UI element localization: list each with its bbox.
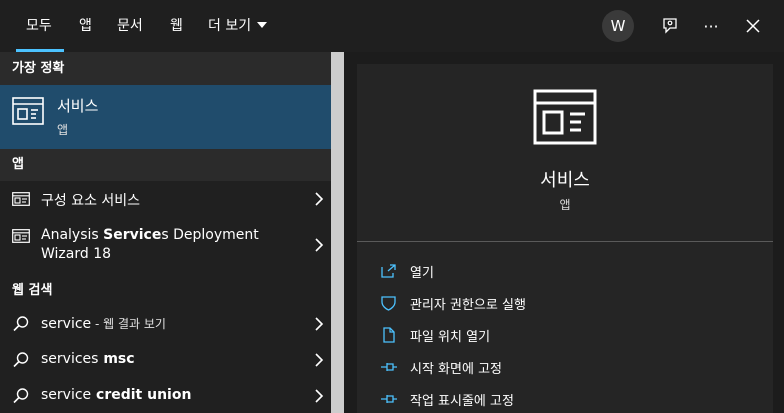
chevron-right-icon[interactable] <box>312 192 326 206</box>
apps-heading-label: 앱 <box>12 157 24 172</box>
feedback-button[interactable] <box>656 12 684 40</box>
component-services-icon <box>12 192 30 206</box>
search-icon <box>13 352 29 368</box>
chevron-right-icon[interactable] <box>312 353 326 367</box>
preview-divider <box>357 241 773 242</box>
tab-more[interactable]: 더 보기 <box>208 0 268 52</box>
open-icon <box>381 264 396 278</box>
tab-web[interactable]: 웹 <box>170 0 183 52</box>
tab-more-label: 더 보기 <box>208 18 252 34</box>
pin-to-start-action-label: 시작 화면에 고정 <box>410 362 502 377</box>
tab-apps-label: 앱 <box>79 18 92 34</box>
best-match-subtitle: 앱 <box>57 123 69 137</box>
avatar[interactable]: W <box>602 10 634 42</box>
more-options-icon: ··· <box>703 16 719 36</box>
list-item-label: service - 웹 결과 보기 <box>41 315 166 332</box>
web-query: service <box>41 387 92 403</box>
list-item-text-match: Service <box>103 227 162 243</box>
file-icon <box>383 327 395 343</box>
list-item-text-plain: Analysis <box>41 227 104 243</box>
chevron-right-icon[interactable] <box>312 389 326 403</box>
best-match-heading: 가장 정확 <box>0 52 331 85</box>
chevron-down-icon <box>257 22 268 28</box>
list-item-text-rest: s Deployment <box>161 227 259 243</box>
search-icon <box>13 388 29 404</box>
web-search-heading: 웹 검색 <box>0 277 331 305</box>
tab-all[interactable]: 모두 <box>26 0 52 52</box>
tab-all-label: 모두 <box>26 18 52 34</box>
web-query: service <box>41 316 92 332</box>
avatar-letter: W <box>610 17 626 35</box>
list-item[interactable]: Analysis Services Deployment Wizard 18 <box>0 217 331 277</box>
list-item[interactable]: services msc <box>0 342 331 378</box>
preview-subtitle: 앱 <box>559 198 571 212</box>
list-item-label: 구성 요소 서비스 <box>41 193 141 209</box>
open-action-label: 열기 <box>410 266 434 281</box>
web-search-heading-label: 웹 검색 <box>12 283 53 298</box>
services-app-icon <box>12 97 44 125</box>
chevron-right-icon[interactable] <box>312 317 326 331</box>
web-query: services <box>41 351 99 367</box>
results-scrollbar[interactable] <box>331 52 344 413</box>
tab-web-label: 웹 <box>170 18 183 34</box>
more-options-button[interactable]: ··· <box>697 12 725 40</box>
analysis-services-icon <box>12 229 30 243</box>
top-bar: 모두 앱 문서 웹 더 보기 W ··· <box>0 0 784 52</box>
tab-documents-label: 문서 <box>117 18 143 34</box>
pin-icon <box>381 363 397 371</box>
open-file-location-action-label: 파일 위치 열기 <box>410 330 491 345</box>
run-as-admin-action-label: 관리자 권한으로 실행 <box>410 298 526 313</box>
close-button[interactable] <box>739 12 767 40</box>
list-item-label-line1: Analysis Services Deployment <box>41 227 259 243</box>
pin-icon <box>381 395 397 403</box>
best-match-item[interactable]: 서비스 앱 <box>0 85 331 149</box>
list-item-label: service credit union <box>41 387 191 403</box>
pin-to-taskbar-action-label: 작업 표시줄에 고정 <box>410 394 514 409</box>
close-icon <box>746 19 760 33</box>
chevron-right-icon[interactable] <box>312 238 326 252</box>
shield-icon <box>381 296 396 311</box>
list-item[interactable]: 구성 요소 서비스 <box>0 181 331 217</box>
list-item-label: services msc <box>41 351 135 367</box>
feedback-icon <box>663 18 677 34</box>
tab-documents[interactable]: 문서 <box>117 0 143 52</box>
web-query-suggestion: msc <box>98 351 135 367</box>
web-result-suffix: - 웹 결과 보기 <box>91 317 166 331</box>
list-item-label-line2: Wizard 18 <box>41 246 112 262</box>
web-query-suggestion: credit union <box>91 387 192 403</box>
preview-title: 서비스 <box>540 170 590 191</box>
apps-heading: 앱 <box>0 149 331 181</box>
search-icon <box>13 316 29 332</box>
tab-apps[interactable]: 앱 <box>79 0 92 52</box>
best-match-title: 서비스 <box>57 97 99 115</box>
best-match-heading-label: 가장 정확 <box>12 61 65 76</box>
list-item[interactable]: service credit union <box>0 378 331 413</box>
list-item[interactable]: service - 웹 결과 보기 <box>0 306 331 342</box>
services-large-icon <box>533 89 597 145</box>
